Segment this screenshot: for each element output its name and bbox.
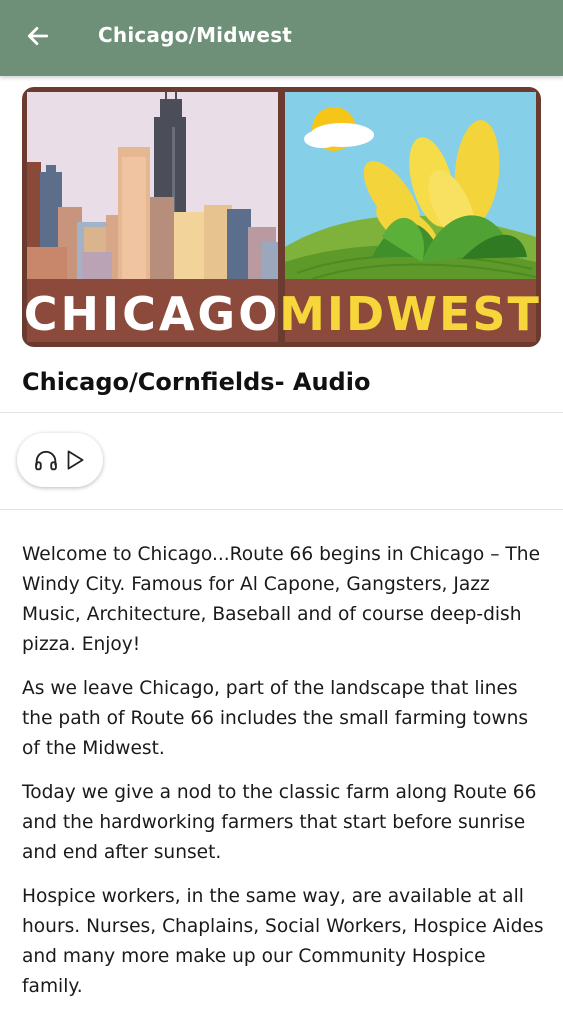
banner-chicago-text: CHICAGO bbox=[24, 287, 281, 341]
arrow-left-icon bbox=[27, 27, 49, 45]
back-button[interactable] bbox=[18, 16, 58, 56]
chicago-midwest-banner: CHICAGO MIDWEST bbox=[22, 87, 541, 347]
audio-player-row bbox=[0, 413, 563, 510]
headphones-icon bbox=[35, 450, 57, 471]
paragraph: Welcome to Chicago...Route 66 begins in … bbox=[22, 544, 541, 655]
paragraph: Hospice workers, in the same way, are av… bbox=[22, 886, 544, 997]
description-content: Welcome to Chicago...Route 66 begins in … bbox=[22, 540, 546, 1016]
app-bar: Chicago/Midwest bbox=[0, 0, 563, 76]
banner-midwest-text: MIDWEST bbox=[279, 287, 541, 341]
audio-title: Chicago/Cornfields- Audio bbox=[22, 368, 371, 396]
audio-title-section: Chicago/Cornfields- Audio bbox=[0, 350, 563, 413]
paragraph: As we leave Chicago, part of the landsca… bbox=[22, 678, 529, 759]
play-audio-button[interactable] bbox=[17, 433, 103, 487]
play-icon bbox=[67, 450, 84, 470]
paragraph: Today we give a nod to the classic farm … bbox=[22, 782, 537, 863]
page-title: Chicago/Midwest bbox=[98, 23, 293, 47]
